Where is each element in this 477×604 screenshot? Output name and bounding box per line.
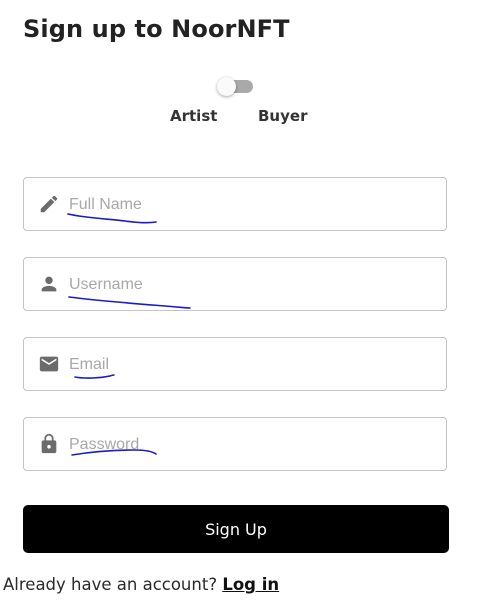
page-title: Sign up to NoorNFT [23, 15, 290, 43]
email-input[interactable] [69, 352, 429, 378]
login-prompt-line: Already have an account? Log in [3, 575, 279, 594]
full-name-field[interactable] [23, 177, 447, 231]
username-field[interactable] [23, 257, 447, 311]
password-field[interactable] [23, 417, 447, 471]
login-link[interactable]: Log in [222, 575, 279, 594]
role-label-buyer: Buyer [258, 107, 308, 125]
pencil-icon [38, 193, 60, 215]
full-name-input[interactable] [69, 192, 429, 218]
password-input[interactable] [69, 432, 429, 458]
lock-icon [38, 433, 60, 455]
toggle-thumb[interactable] [217, 77, 236, 96]
sign-up-button[interactable]: Sign Up [23, 505, 449, 553]
envelope-icon [38, 353, 60, 375]
role-toggle-switch[interactable] [217, 77, 255, 97]
username-input[interactable] [69, 272, 429, 298]
person-icon [38, 273, 60, 295]
email-field[interactable] [23, 337, 447, 391]
login-prompt-text: Already have an account? [3, 575, 218, 594]
role-label-artist: Artist [170, 107, 218, 125]
